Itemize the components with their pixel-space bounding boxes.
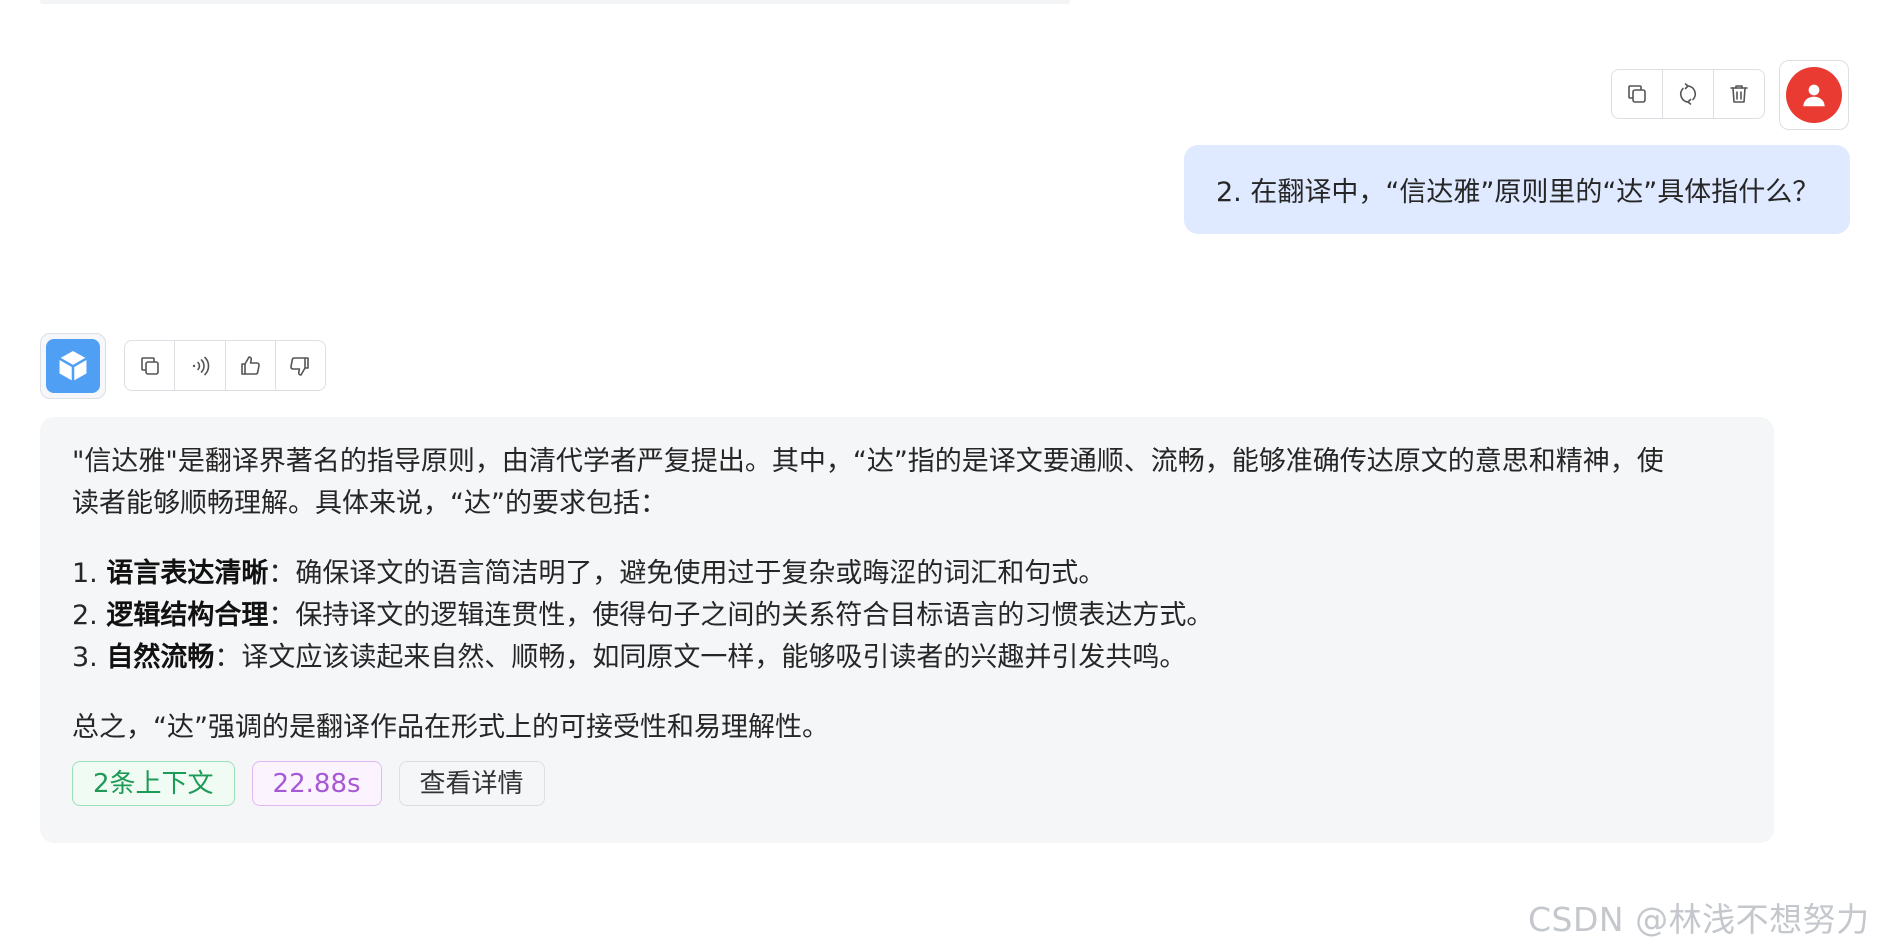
refresh-icon	[1679, 83, 1697, 105]
intro-line-2: 读者能够顺畅理解。具体来说，“达”的要求包括：	[72, 488, 667, 519]
regenerate-button[interactable]	[1663, 70, 1714, 118]
list-item-desc: ：保持译文的逻辑连贯性，使得句子之间的关系符合目标语言的习惯表达方式。	[268, 600, 1214, 631]
cube-icon	[58, 350, 88, 382]
intro-line-1: "信达雅"是翻译界著名的指导原则，由清代学者严复提出。其中，“达”指的是译文要通…	[72, 446, 1664, 477]
list-item-title: 语言表达清晰	[106, 558, 269, 589]
response-time-badge: 22.88s	[251, 761, 382, 806]
user-icon	[1803, 84, 1825, 107]
list-item: 3. 自然流畅：译文应该读起来自然、顺畅，如同原文一样，能够吸引读者的兴趣并引发…	[72, 642, 1187, 673]
view-details-button[interactable]: 查看详情	[398, 761, 545, 806]
previous-message-edge	[40, 0, 1070, 4]
assistant-intro: "信达雅"是翻译界著名的指导原则，由清代学者严复提出。其中，“达”指的是译文要通…	[72, 441, 1742, 525]
speaker-icon	[192, 356, 210, 375]
copy-icon	[1628, 85, 1646, 103]
delete-button[interactable]	[1714, 70, 1764, 118]
copy-icon	[140, 356, 159, 375]
list-item-title: 逻辑结构合理	[106, 600, 269, 631]
list-item-desc: ：确保译文的语言简洁明了，避免使用过于复杂或晦涩的词汇和句式。	[268, 558, 1106, 589]
assistant-avatar	[40, 333, 106, 399]
copy-button[interactable]	[125, 341, 176, 390]
like-button[interactable]	[226, 341, 276, 390]
assistant-summary: 总之，“达”强调的是翻译作品在形式上的可接受性和易理解性。	[72, 712, 829, 743]
dislike-button[interactable]	[276, 341, 325, 390]
user-message-bubble: 2. 在翻译中，“信达雅”原则里的“达”具体指什么？	[1184, 145, 1850, 234]
user-avatar	[1779, 60, 1849, 130]
list-item-desc: ：译文应该读起来自然、顺畅，如同原文一样，能够吸引读者的兴趣并引发共鸣。	[214, 642, 1187, 673]
list-item: 1. 语言表达清晰：确保译文的语言简洁明了，避免使用过于复杂或晦涩的词汇和句式。	[72, 558, 1106, 589]
message-meta: 2条上下文 22.88s 查看详情	[72, 761, 1742, 806]
user-message-text: 2. 在翻译中，“信达雅”原则里的“达”具体指什么？	[1216, 177, 1820, 208]
assistant-message-card: "信达雅"是翻译界著名的指导原则，由清代学者严复提出。其中，“达”指的是译文要通…	[40, 417, 1774, 843]
list-item-title: 自然流畅	[106, 642, 215, 673]
assistant-message-toolbar	[124, 340, 326, 391]
read-aloud-button[interactable]	[175, 341, 226, 390]
watermark: CSDN @林浅不想努力	[1528, 900, 1870, 939]
user-message-toolbar	[1611, 69, 1765, 119]
thumbs-down-icon	[290, 356, 310, 376]
trash-icon	[1730, 85, 1748, 103]
copy-button[interactable]	[1612, 70, 1663, 118]
thumbs-up-icon	[241, 355, 260, 375]
context-count-badge: 2条上下文	[72, 761, 235, 806]
list-item: 2. 逻辑结构合理：保持译文的逻辑连贯性，使得句子之间的关系符合目标语言的习惯表…	[72, 600, 1214, 631]
requirement-list: 1. 语言表达清晰：确保译文的语言简洁明了，避免使用过于复杂或晦涩的词汇和句式。…	[72, 553, 1742, 679]
